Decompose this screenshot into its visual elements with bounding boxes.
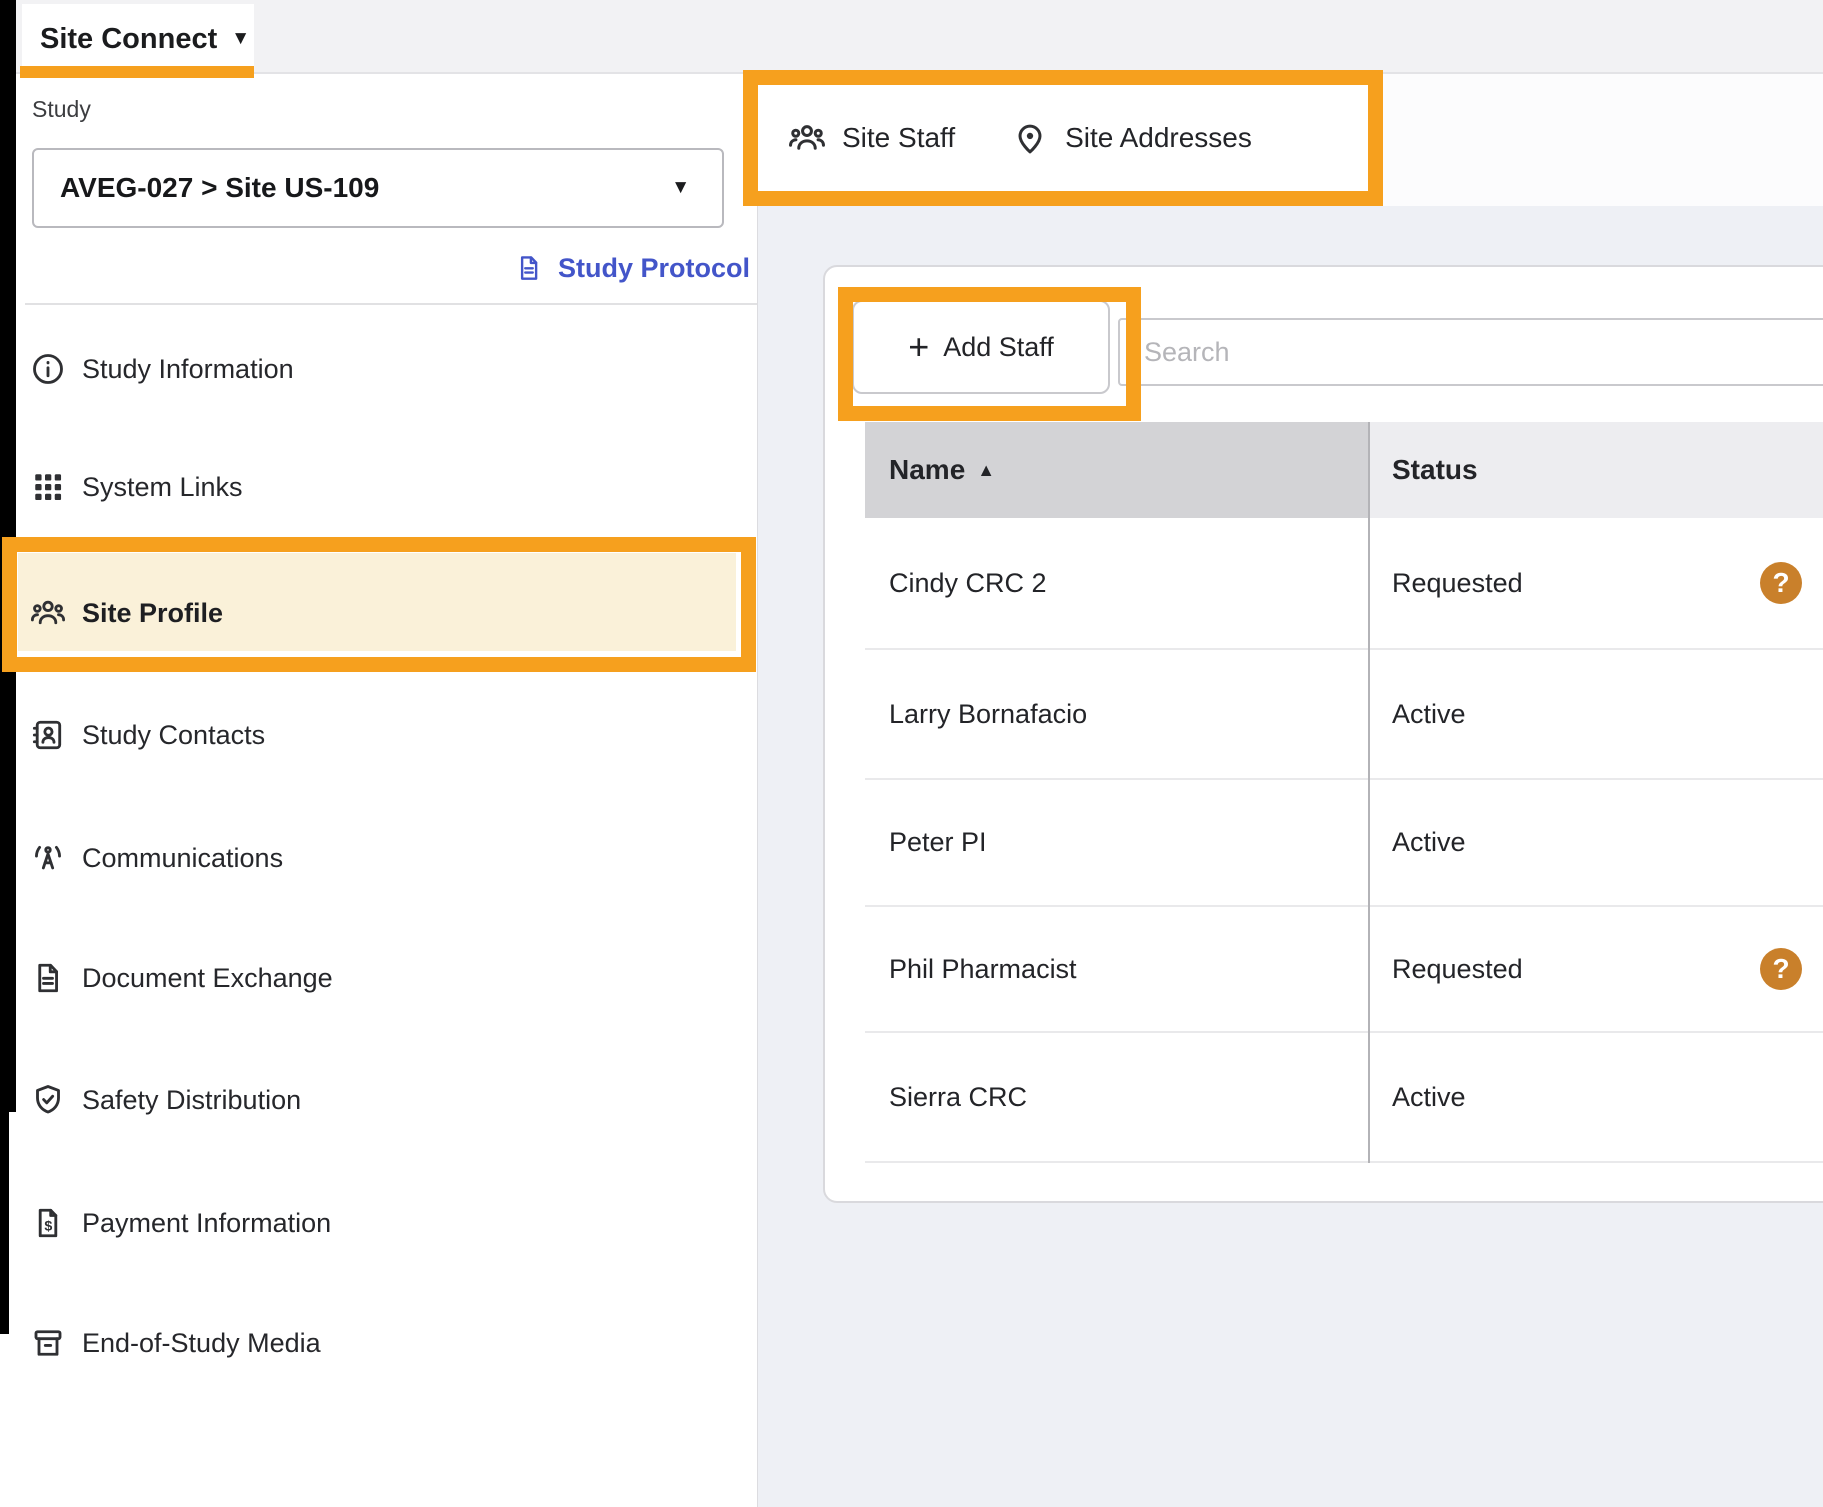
chevron-down-icon: ▼ [231,28,250,50]
sidebar-item-label: Communications [82,843,283,874]
site-profile-tabs: Site Staff Site Addresses [743,70,1383,206]
shield-check-icon [30,1082,66,1118]
table-header-status[interactable]: Status [1368,422,1823,518]
sidebar-item-end-of-study-media[interactable]: End-of-Study Media [30,1319,736,1367]
status-help-icon[interactable]: ? [1760,948,1802,990]
table-row[interactable]: Larry Bornafacio Active [865,650,1823,780]
tab-label: Site Staff [842,122,955,154]
tab-label: Site Addresses [1065,122,1252,154]
sidebar-item-label: Document Exchange [82,963,333,994]
sidebar-item-label: Study Information [82,354,294,385]
staff-name: Sierra CRC [889,1033,1027,1161]
document-icon [514,250,544,286]
column-label: Name [889,454,965,486]
table-column-divider [1368,422,1370,1163]
tab-site-addresses[interactable]: Site Addresses [1011,119,1252,157]
active-tab-underline [20,66,254,78]
study-protocol-link[interactable]: Study Protocol [460,246,750,290]
add-staff-button[interactable]: + Add Staff [852,300,1110,394]
study-protocol-label: Study Protocol [558,253,750,284]
status-help-icon[interactable]: ? [1760,562,1802,604]
people-group-icon [30,595,66,631]
plus-icon: + [908,329,929,365]
staff-status: Requested [1392,907,1523,1031]
table-row[interactable]: Sierra CRC Active [865,1033,1823,1163]
table-header-name[interactable]: Name ▲ [865,422,1368,518]
column-label: Status [1392,454,1478,486]
sort-ascending-icon: ▲ [977,460,995,481]
staff-status: Active [1392,780,1466,905]
sidebar-rule [25,303,757,305]
staff-name: Larry Bornafacio [889,650,1087,778]
screen-edge-bar [0,1112,9,1334]
sidebar-item-study-information[interactable]: Study Information [30,345,736,393]
staff-name: Cindy CRC 2 [889,518,1047,648]
table-row[interactable]: Cindy CRC 2 Requested ? [865,518,1823,650]
chevron-down-icon: ▼ [671,177,690,199]
sidebar-item-label: Payment Information [82,1208,331,1239]
broadcast-icon [30,840,66,876]
sidebar-item-label: Site Profile [82,598,223,629]
site-connect-page: Site Connect ▼ Study AVEG-027 > Site US-… [0,0,1823,1507]
svg-text:$: $ [44,1219,52,1235]
invoice-icon: $ [30,1205,66,1241]
sidebar-item-safety-distribution[interactable]: Safety Distribution [30,1076,736,1124]
sidebar-item-label: System Links [82,472,243,503]
top-strip [0,0,1823,74]
sidebar-item-label: Study Contacts [82,720,265,751]
sidebar-item-system-links[interactable]: System Links [30,463,736,511]
contact-card-icon [30,717,66,753]
add-staff-label: Add Staff [943,332,1054,363]
staff-name: Peter PI [889,780,987,905]
map-pin-icon [1011,119,1049,157]
product-tab-label: Site Connect [40,23,217,56]
sidebar-item-site-profile[interactable]: Site Profile [30,589,736,637]
people-group-icon [788,119,826,157]
sidebar-item-payment-information[interactable]: $ Payment Information [30,1199,736,1247]
grid-icon [30,469,66,505]
staff-status: Active [1392,1033,1466,1161]
sidebar-item-study-contacts[interactable]: Study Contacts [30,711,736,759]
staff-search-input[interactable] [1118,318,1823,386]
staff-name: Phil Pharmacist [889,907,1077,1031]
archive-box-icon [30,1325,66,1361]
staff-status: Requested [1392,518,1523,648]
study-selector-value: AVEG-027 > Site US-109 [60,172,379,204]
table-row[interactable]: Phil Pharmacist Requested ? [865,907,1823,1033]
info-circle-icon [30,351,66,387]
sidebar-item-document-exchange[interactable]: Document Exchange [30,954,736,1002]
study-selector[interactable]: AVEG-027 > Site US-109 ▼ [32,148,724,228]
document-icon [30,960,66,996]
tab-site-staff[interactable]: Site Staff [788,119,955,157]
site-connect-product-tab[interactable]: Site Connect ▼ [22,4,254,74]
staff-status: Active [1392,650,1466,778]
sidebar-item-communications[interactable]: Communications [30,834,736,882]
sidebar-item-label: End-of-Study Media [82,1328,321,1359]
screen-edge-bar [0,0,16,1112]
study-label: Study [32,96,91,123]
sidebar-item-label: Safety Distribution [82,1085,301,1116]
table-row[interactable]: Peter PI Active [865,780,1823,907]
